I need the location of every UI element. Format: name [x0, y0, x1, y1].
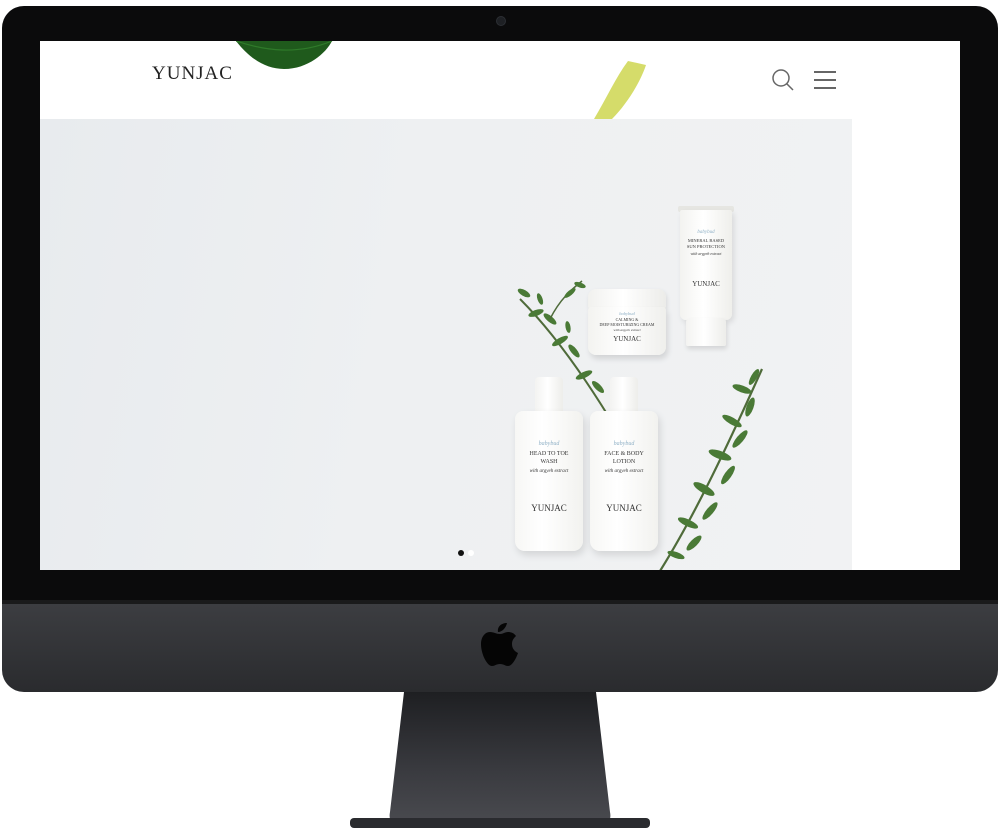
product-sub: with argyeh extract: [604, 469, 644, 474]
site-logo[interactable]: YUNJAC: [152, 63, 233, 85]
product-name: HEAD TO TOE: [529, 451, 569, 457]
product-name: SUN PROTECTION: [686, 244, 726, 249]
product-brand: YUNJAC: [531, 503, 567, 513]
product-name: FACE & BODY: [604, 451, 644, 457]
herb-branch-image: [659, 368, 764, 570]
monitor-stand: [350, 692, 650, 828]
slide-dot[interactable]: [468, 550, 474, 556]
product-script: babybud: [697, 230, 715, 235]
product-face-body-lotion[interactable]: babybud FACE & BODY LOTION with argyeh e…: [590, 377, 658, 553]
product-moisturizing-cream[interactable]: babybud CALMING & DEEP MOISTURIZING CREA…: [588, 289, 666, 357]
product-sun-protection[interactable]: babybud MINERAL BASED SUN PROTECTION wit…: [678, 206, 734, 354]
hero-slider[interactable]: babybud MINERAL BASED SUN PROTECTION wit…: [40, 119, 852, 570]
product-script: babybud: [538, 441, 560, 447]
chin-divider: [2, 600, 998, 604]
product-sub: with argyeh extract: [613, 328, 641, 332]
slide-dot-active[interactable]: [458, 550, 464, 556]
product-sub: with argyeh extract: [529, 469, 569, 474]
product-brand: YUNJAC: [613, 335, 641, 343]
product-name: WASH: [540, 459, 558, 465]
apple-logo-icon: [481, 623, 518, 666]
product-script: babybud: [613, 441, 635, 447]
product-brand: YUNJAC: [692, 280, 720, 288]
product-name: LOTION: [612, 459, 636, 465]
leaf-decoration: [594, 61, 646, 119]
product-name: MINERAL BASED: [687, 238, 725, 243]
product-name: DEEP MOISTURIZING CREAM: [599, 322, 655, 327]
product-script: babybud: [619, 311, 635, 316]
camera-icon: [496, 16, 506, 26]
leaf-decoration: [236, 41, 333, 69]
product-sub: with argyeh extract: [690, 251, 722, 256]
website-screen: YUNJAC babybud MINERAL BASED SUN PROTECT…: [40, 41, 960, 570]
product-head-to-toe-wash[interactable]: babybud HEAD TO TOE WASH with argyeh ext…: [515, 377, 583, 553]
menu-button[interactable]: [814, 69, 838, 91]
search-icon: [772, 69, 794, 91]
product-brand: YUNJAC: [606, 503, 642, 513]
search-button[interactable]: [771, 68, 795, 92]
